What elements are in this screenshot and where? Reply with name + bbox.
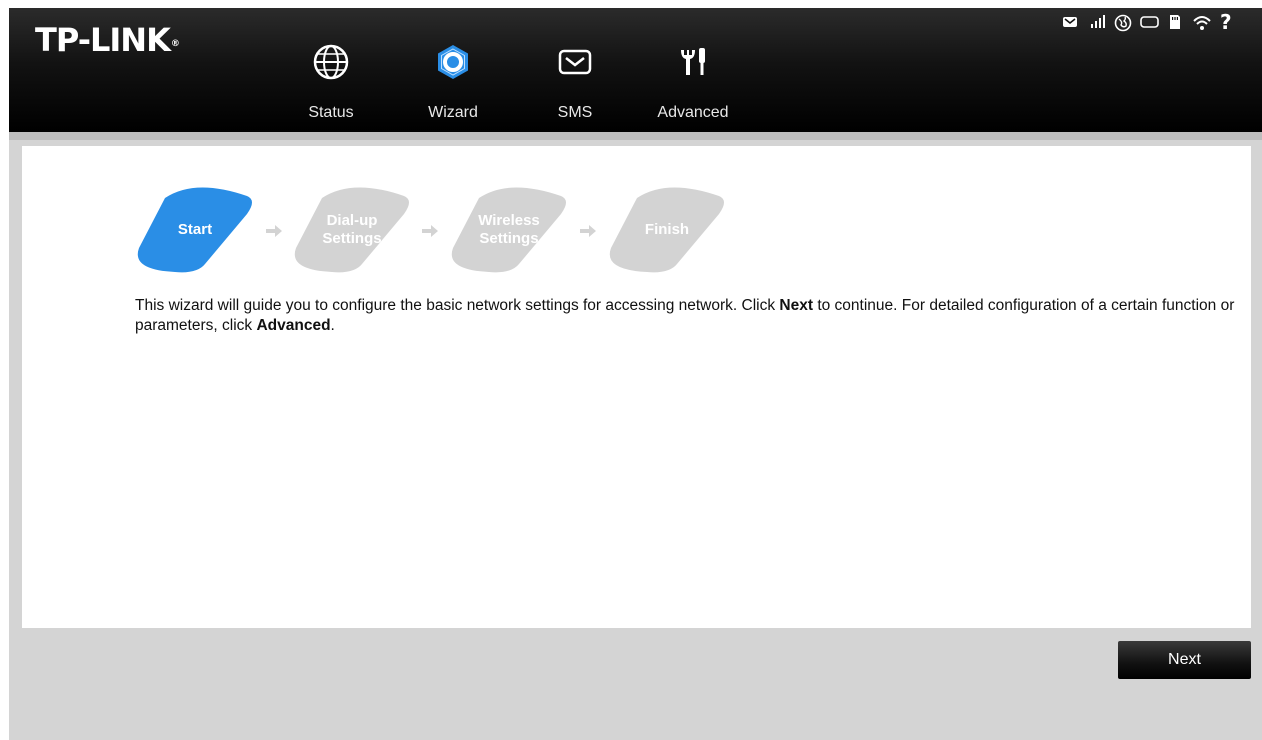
- nav-wizard[interactable]: Wizard: [403, 44, 503, 132]
- tools-icon: [681, 48, 705, 75]
- wizard-content-panel: Start Dial-up Settings Wireless Settings F…: [22, 146, 1251, 628]
- nav-sms-label: SMS: [557, 104, 593, 121]
- sd-card-icon: [1168, 14, 1182, 35]
- nav-status-label: Status: [308, 104, 354, 121]
- internet-icon: [1114, 14, 1132, 37]
- nav-status[interactable]: Status: [281, 44, 381, 132]
- step-label: Wireless Settings: [478, 212, 540, 247]
- status-icons-bar: ?: [1062, 10, 1252, 37]
- envelope-icon: [558, 49, 592, 75]
- arrow-right-icon: [266, 225, 282, 237]
- wizard-step-start: Start: [135, 186, 255, 274]
- next-button[interactable]: Next: [1118, 641, 1251, 679]
- arrow-right-icon: [422, 225, 438, 237]
- nav-advanced-label: Advanced: [657, 104, 729, 121]
- nav-advanced[interactable]: Advanced: [643, 44, 743, 132]
- step-label: Start: [177, 221, 213, 238]
- wifi-icon: [1192, 14, 1212, 37]
- arrow-right-icon: [580, 225, 596, 237]
- nav-sms[interactable]: SMS: [525, 44, 625, 132]
- message-icon[interactable]: [1062, 14, 1078, 35]
- help-icon[interactable]: ?: [1220, 10, 1232, 34]
- wizard-description: This wizard will guide you to configure …: [135, 297, 1235, 334]
- wizard-step-dialup: Dial-up Settings: [292, 186, 412, 274]
- tp-link-logo: TP-LINK®: [35, 21, 180, 59]
- app-frame: TP-LINK® Status Wizard SMS Advanced ? St…: [9, 8, 1262, 740]
- wizard-step-finish: Finish: [607, 186, 727, 274]
- step-label: Dial-up Settings: [322, 212, 382, 247]
- wizard-step-wireless: Wireless Settings: [449, 186, 569, 274]
- nav-wizard-label: Wizard: [428, 104, 478, 121]
- signal-icon: [1090, 14, 1106, 35]
- battery-icon: [1140, 14, 1160, 35]
- step-label: Finish: [644, 221, 690, 238]
- top-navigation-bar: TP-LINK® Status Wizard SMS Advanced ?: [9, 8, 1262, 132]
- header-separator: [9, 132, 1262, 140]
- gear-icon: [438, 45, 468, 79]
- globe-icon: [313, 44, 349, 80]
